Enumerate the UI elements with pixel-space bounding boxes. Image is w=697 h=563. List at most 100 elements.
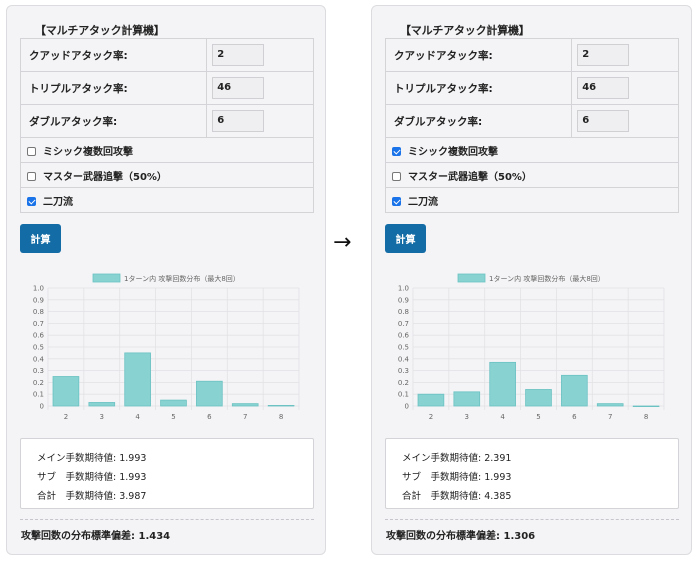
double-attack-input[interactable]: 6 [212,110,265,132]
quad-attack-row: クアッドアタック率: 2 [384,38,679,72]
x-tick-label: 5 [536,413,540,421]
bar-3 [453,391,481,407]
bar-7 [231,403,259,407]
dual-wield-label: 二刀流 [408,196,438,208]
master-weapon-checkbox[interactable] [27,171,36,181]
main-expected-hits: メイン手数期待値: 2.391 [402,453,512,464]
quad-attack-row: クアッドアタック率: 2 [19,38,314,72]
dual-wield-label: 二刀流 [43,196,73,208]
quad-attack-label: クアッドアタック率: [384,38,573,72]
x-tick-label: 6 [572,413,577,421]
y-tick-label: 0.6 [398,332,410,340]
x-tick-label: 7 [243,413,247,421]
y-tick-label: 0.9 [33,296,44,304]
mythic-multi-label: ミシック複数回攻撃 [408,146,498,158]
mythic-multi-checkbox[interactable] [27,146,36,156]
divider [385,519,679,520]
dual-wield-option[interactable]: 二刀流 [385,187,679,213]
y-tick-label: 0.2 [398,379,409,387]
total-expected-hits: 合計 手数期待値: 4.385 [402,491,512,502]
results-box: メイン手数期待値: 2.391 サブ 手数期待値: 1.993 合計 手数期待値… [385,438,679,509]
triple-attack-label: トリプルアタック率: [19,71,208,105]
calculate-button[interactable]: 計算 [385,224,426,253]
quad-attack-input[interactable]: 2 [577,44,630,66]
legend-label: 1ターン内 攻撃回数分布（最大8回） [489,274,605,283]
y-tick-label: 0 [40,403,44,411]
master-weapon-option[interactable]: マスター武器追撃（50%） [385,162,679,188]
y-tick-label: 0.3 [33,367,44,375]
triple-attack-input[interactable]: 46 [577,77,630,99]
quad-attack-input[interactable]: 2 [212,44,265,66]
y-tick-label: 1.0 [398,285,409,293]
sub-expected-hits: サブ 手数期待値: 1.993 [402,472,512,483]
mythic-multi-option[interactable]: ミシック複数回攻撃 [385,137,679,163]
y-tick-label: 0.8 [398,308,409,316]
y-tick-label: 0.1 [33,391,44,399]
y-tick-label: 0.2 [33,379,44,387]
rate-form: クアッドアタック率: 2 トリプルアタック率: 46 ダブルアタック率: 6 ミ… [19,38,314,213]
dual-wield-checkbox[interactable] [27,196,36,206]
triple-attack-label: トリプルアタック率: [384,71,573,105]
attack-distribution-chart: 1ターン内 攻撃回数分布（最大8回） 0 0.1 0.2 0.3 0.4 0.5 0.6 0.7… [398,273,665,421]
y-tick-label: 0.5 [398,344,409,352]
x-tick-label: 2 [429,413,433,421]
transition-arrow-icon: → [333,230,352,255]
divider [20,519,314,520]
calculate-button[interactable]: 計算 [20,224,61,253]
dual-wield-checkbox[interactable] [392,196,401,206]
y-tick-label: 0.5 [33,344,44,352]
dual-wield-option[interactable]: 二刀流 [20,187,314,213]
y-tick-label: 1.0 [33,285,44,293]
x-tick-label: 2 [64,413,68,421]
master-weapon-label: マスター武器追撃（50%） [408,171,532,183]
y-tick-label: 0.7 [33,320,44,328]
legend-label: 1ターン内 攻撃回数分布（最大8回） [124,274,240,283]
bar-5 [160,399,187,407]
y-tick-label: 0.4 [33,355,45,363]
sub-expected-hits: サブ 手数期待値: 1.993 [37,472,147,483]
mythic-multi-label: ミシック複数回攻撃 [43,146,133,158]
bar-2 [417,393,445,407]
double-attack-row: ダブルアタック率: 6 [384,104,679,138]
triple-attack-input[interactable]: 46 [212,77,265,99]
x-tick-label: 3 [465,413,469,421]
bar-7 [596,403,624,407]
legend-swatch [457,273,486,283]
bar-6 [561,374,588,407]
legend-swatch [92,273,121,283]
triple-attack-row: トリプルアタック率: 46 [384,71,679,105]
bar-6 [196,380,223,407]
master-weapon-label: マスター武器追撃（50%） [43,171,167,183]
x-tick-label: 7 [608,413,612,421]
master-weapon-option[interactable]: マスター武器追撃（50%） [20,162,314,188]
x-tick-label: 8 [279,413,283,421]
bar-3 [88,402,116,407]
double-attack-label: ダブルアタック率: [19,104,208,138]
chart-legend: 1ターン内 攻撃回数分布（最大8回） [457,273,605,283]
bar-4 [124,352,151,407]
y-tick-label: 0.3 [398,367,409,375]
main-expected-hits: メイン手数期待値: 1.993 [37,453,147,464]
double-attack-input[interactable]: 6 [577,110,630,132]
double-attack-label: ダブルアタック率: [384,104,573,138]
y-tick-label: 0.7 [398,320,409,328]
master-weapon-checkbox[interactable] [392,171,401,181]
bar-4 [489,361,516,407]
mythic-multi-checkbox[interactable] [392,146,401,156]
x-tick-label: 4 [135,413,140,421]
stddev-text: 攻撃回数の分布標準偏差: 1.306 [386,531,536,542]
x-tick-label: 8 [644,413,648,421]
y-tick-label: 0.8 [33,308,44,316]
x-tick-label: 6 [207,413,212,421]
y-tick-label: 0.9 [398,296,409,304]
x-tick-label: 4 [500,413,505,421]
panel-title: 【マルチアタック計算機】 [400,24,530,37]
attack-distribution-chart: 1ターン内 攻撃回数分布（最大8回） 0 0.1 0.2 0.3 0.4 0.5 0.6 0.7… [33,273,300,421]
rate-form: クアッドアタック率: 2 トリプルアタック率: 46 ダブルアタック率: 6 ミ… [384,38,679,213]
panel-title: 【マルチアタック計算機】 [35,24,165,37]
mythic-multi-option[interactable]: ミシック複数回攻撃 [20,137,314,163]
calculator-panel-after: 【マルチアタック計算機】 クアッドアタック率: 2 トリプルアタック率: 46 … [371,5,692,555]
y-tick-label: 0 [405,403,409,411]
y-tick-label: 0.1 [398,391,409,399]
triple-attack-row: トリプルアタック率: 46 [19,71,314,105]
